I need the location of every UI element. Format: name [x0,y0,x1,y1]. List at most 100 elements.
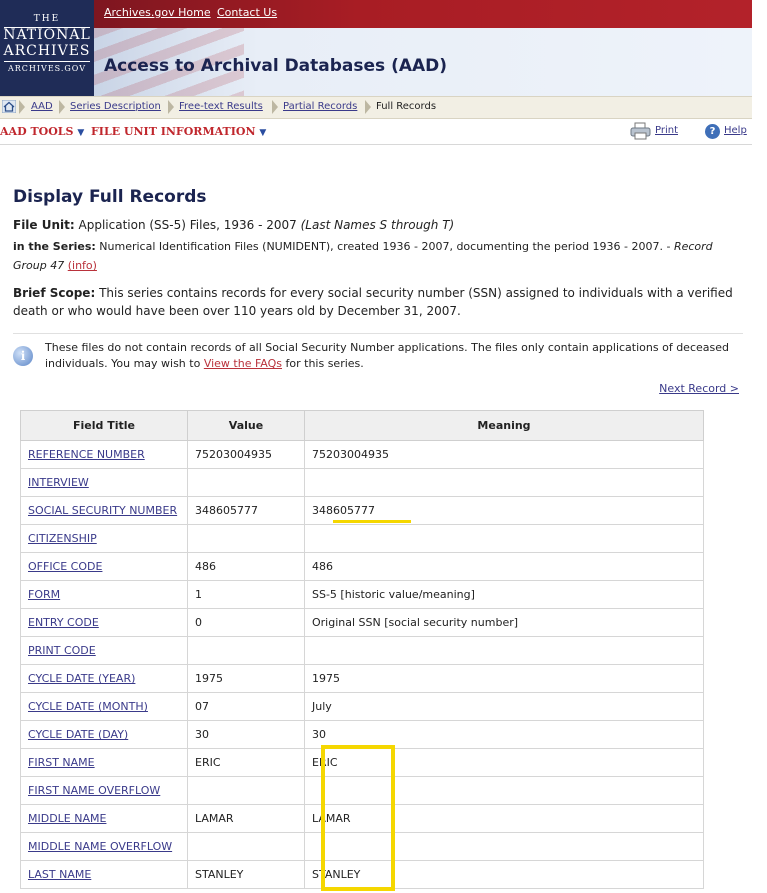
breadcrumb-aad[interactable]: AAD [31,101,53,112]
field-cell: MIDDLE NAME [20,804,188,833]
scope-text: This series contains records for every s… [13,286,733,318]
dropdown-caret-icon: ▼ [259,128,267,138]
file-unit-range: (Last Names S through T) [300,218,455,232]
field-title-link[interactable]: FORM [28,588,60,601]
field-title-link[interactable]: INTERVIEW [28,476,89,489]
breadcrumb-full-records: Full Records [376,101,437,112]
note-text: for this series. [285,357,364,370]
tools-bar: AAD TOOLS ▼ FILE UNIT INFORMATION ▼ Prin… [0,118,752,145]
table-row: CYCLE DATE (YEAR) 1975 1975 [20,664,704,693]
name-highlight-box [321,745,395,891]
aad-tools-menu[interactable]: AAD TOOLS ▼ [0,125,84,138]
breadcrumb-series-description[interactable]: Series Description [70,101,161,112]
field-cell: PRINT CODE [20,636,188,665]
field-title-link[interactable]: FIRST NAME [28,756,95,769]
breadcrumb-separator [272,97,280,118]
breadcrumb-free-text-results[interactable]: Free-text Results [179,101,263,112]
column-header-value: Value [187,410,305,441]
field-title-link[interactable]: CYCLE DATE (DAY) [28,728,128,741]
field-title-link[interactable]: CITIZENSHIP [28,532,97,545]
info-link[interactable]: (info) [68,259,97,272]
value-cell: 75203004935 [187,440,305,469]
field-title-link[interactable]: MIDDLE NAME [28,812,106,825]
field-title-link[interactable]: OFFICE CODE [28,560,102,573]
value-cell: 07 [187,692,305,721]
breadcrumb: AAD Series Description Free-text Results… [0,96,752,119]
file-unit-information-menu[interactable]: FILE UNIT INFORMATION ▼ [91,125,266,138]
column-header-field-title: Field Title [20,410,188,441]
field-title-link[interactable]: MIDDLE NAME OVERFLOW [28,840,172,853]
record-group-text: Group 47 [13,259,65,272]
breadcrumb-partial-records[interactable]: Partial Records [283,101,357,112]
help-icon[interactable]: ? [705,124,720,139]
table-row: CITIZENSHIP [20,524,704,553]
top-link-bar: Archives.gov Home Contact Us [94,0,752,28]
field-cell: LAST NAME [20,860,188,889]
meaning-cell: SS-5 [historic value/meaning] [304,580,704,609]
value-cell [187,832,305,861]
value-cell: 1975 [187,664,305,693]
next-record-link[interactable]: Next Record > [659,382,739,395]
value-cell [187,636,305,665]
page-title: Display Full Records [13,187,207,207]
breadcrumb-separator [365,97,373,118]
column-header-meaning: Meaning [304,410,704,441]
field-cell: CYCLE DATE (DAY) [20,720,188,749]
value-cell: 1 [187,580,305,609]
archives-home-link[interactable]: Archives.gov Home [104,6,211,19]
field-cell: OFFICE CODE [20,552,188,581]
value-cell [187,468,305,497]
file-unit-value: Application (SS-5) Files, 1936 - 2007 [78,218,297,232]
site-title: Access to Archival Databases (AAD) [104,56,448,76]
field-title-link[interactable]: SOCIAL SECURITY NUMBER [28,504,177,517]
help-link[interactable]: Help [724,125,747,136]
table-row: REFERENCE NUMBER 75203004935 75203004935 [20,440,704,469]
meaning-cell: 486 [304,552,704,581]
note-text: These files do not contain records of al… [45,341,729,370]
field-title-link[interactable]: REFERENCE NUMBER [28,448,145,461]
series-line: in the Series: Numerical Identification … [13,237,733,275]
field-cell: REFERENCE NUMBER [20,440,188,469]
field-cell: INTERVIEW [20,468,188,497]
series-value: Numerical Identification Files (NUMIDENT… [99,240,671,253]
national-archives-logo[interactable]: THE NATIONAL ARCHIVES ARCHIVES.GOV [0,0,94,96]
field-title-link[interactable]: ENTRY CODE [28,616,99,629]
view-faqs-link[interactable]: View the FAQs [204,357,282,370]
info-icon: i [13,346,33,366]
file-unit-label: File Unit: [13,218,75,232]
value-cell: 486 [187,552,305,581]
meaning-cell [304,468,704,497]
aad-tools-label: AAD TOOLS [0,125,74,138]
file-unit-info-label: FILE UNIT INFORMATION [91,125,256,138]
info-note-text: These files do not contain records of al… [45,340,735,372]
value-cell [187,776,305,805]
field-title-link[interactable]: CYCLE DATE (MONTH) [28,700,148,713]
field-title-link[interactable]: PRINT CODE [28,644,96,657]
ssn-highlight-underline [333,520,411,523]
value-cell: 0 [187,608,305,637]
logo-rule [4,61,90,62]
printer-icon[interactable] [630,122,652,140]
record-group-text: Record [673,240,713,253]
field-cell: MIDDLE NAME OVERFLOW [20,832,188,861]
table-row: ENTRY CODE 0 Original SSN [social security… [20,608,704,637]
table-row: PRINT CODE [20,636,704,665]
value-cell: 30 [187,720,305,749]
field-cell: FIRST NAME OVERFLOW [20,776,188,805]
table-row: OFFICE CODE 486 486 [20,552,704,581]
field-cell: SOCIAL SECURITY NUMBER [20,496,188,525]
dropdown-caret-icon: ▼ [77,128,85,138]
home-icon[interactable] [2,100,16,113]
info-note: i These files do not contain records of … [13,333,743,376]
field-title-link[interactable]: CYCLE DATE (YEAR) [28,672,135,685]
field-cell: CYCLE DATE (MONTH) [20,692,188,721]
meaning-cell: 75203004935 [304,440,704,469]
table-header-row: Field Title Value Meaning [20,410,704,441]
field-title-link[interactable]: FIRST NAME OVERFLOW [28,784,160,797]
value-cell: 348605777 [187,496,305,525]
print-link[interactable]: Print [655,125,678,136]
breadcrumb-separator [19,97,27,118]
table-row: FORM 1 SS-5 [historic value/meaning] [20,580,704,609]
contact-us-link[interactable]: Contact Us [217,6,277,19]
field-title-link[interactable]: LAST NAME [28,868,91,881]
